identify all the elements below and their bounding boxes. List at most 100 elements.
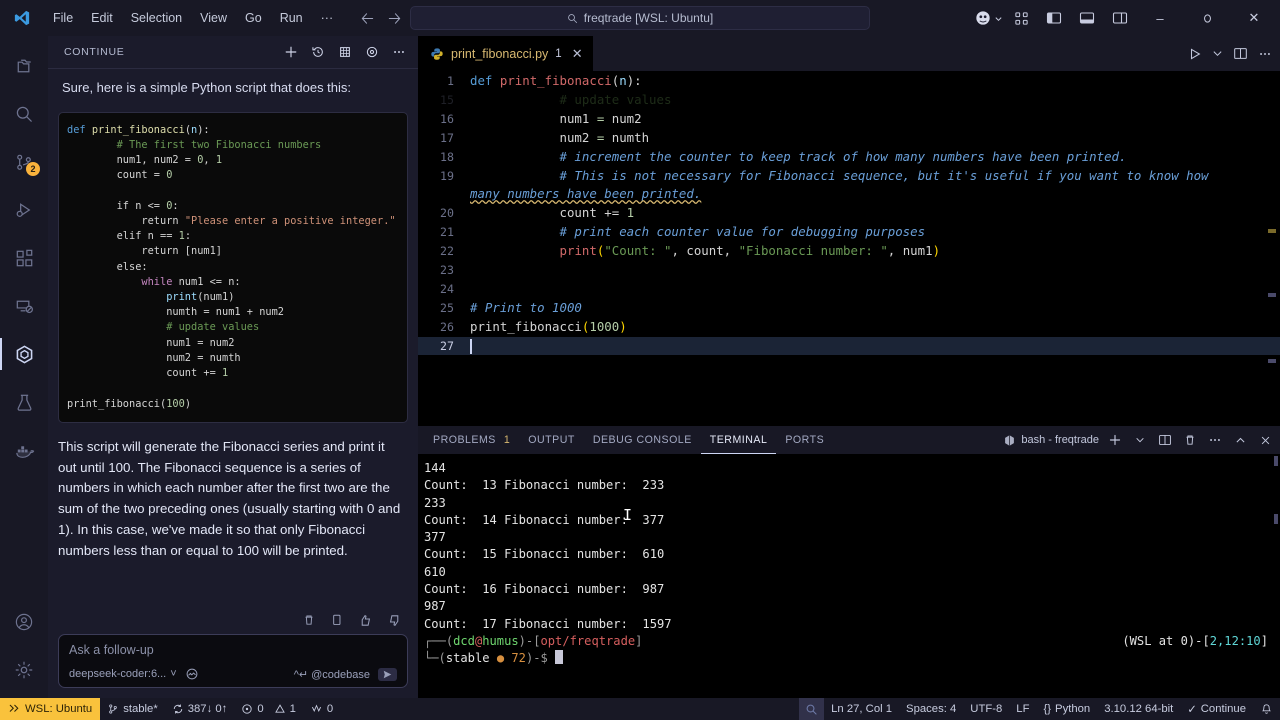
code-block[interactable]: def print_fibonacci(n): # The first two … [58, 111, 408, 423]
image-attach-icon[interactable] [185, 667, 199, 681]
code-line-16[interactable]: 16 num1 = num2 [418, 110, 1280, 129]
code-line-26[interactable]: 26 print_fibonacci(1000) [418, 318, 1280, 337]
toggle-secondary-sidebar-icon[interactable] [1105, 5, 1135, 31]
sidebar-item-explorer[interactable] [0, 42, 48, 90]
code-line-24[interactable]: 24 [418, 280, 1280, 299]
split-terminal-icon[interactable] [1156, 431, 1174, 449]
terminal-output[interactable]: 144 Count: 13 Fibonacci number: 233 233 Cou… [418, 454, 1280, 698]
more-actions-icon[interactable] [1258, 47, 1272, 61]
terminal-scrollbar[interactable] [1274, 514, 1278, 524]
status-sync[interactable]: 387↓ 0↑ [165, 698, 235, 720]
status-ports-count: 0 [326, 703, 334, 715]
split-editor-icon[interactable] [1233, 46, 1248, 61]
status-language-mode[interactable]: {} Python [1036, 698, 1097, 720]
chat-input-placeholder[interactable]: Ask a follow-up [69, 643, 397, 667]
thumbs-down-icon[interactable] [387, 613, 402, 628]
tab-dirty-count: 1 [555, 48, 562, 60]
sticky-scroll-line[interactable]: 1 def print_fibonacci(n): [418, 71, 1280, 91]
more-actions-icon[interactable] [1206, 431, 1224, 449]
menu-more[interactable]: ··· [312, 7, 343, 29]
tab-terminal[interactable]: Terminal [701, 426, 777, 454]
sidebar-item-continue[interactable] [0, 330, 48, 378]
sidebar-item-extensions[interactable] [0, 234, 48, 282]
model-selector[interactable]: deepseek-coder:6... ˅ [69, 668, 177, 680]
sidebar-item-search[interactable] [0, 90, 48, 138]
tab-output[interactable]: Output [519, 426, 584, 454]
terminal-shell-selector[interactable]: bash - freqtrade [1003, 434, 1099, 447]
chat-scroll-area[interactable]: Sure, here is a simple Python script tha… [48, 69, 418, 605]
close-icon[interactable]: ✕ [572, 46, 583, 62]
gear-icon[interactable] [0, 646, 48, 694]
selection-icon[interactable] [336, 43, 354, 61]
status-remote-indicator[interactable]: WSL: Ubuntu [0, 698, 101, 720]
kill-terminal-icon[interactable] [1181, 431, 1199, 449]
code-line-23[interactable]: 23 [418, 261, 1280, 280]
code-line-18[interactable]: 18 # increment the counter to keep track… [418, 148, 1280, 167]
code-line-20[interactable]: 20 count += 1 [418, 204, 1280, 223]
terminal-scrollbar[interactable] [1274, 456, 1278, 466]
history-icon[interactable] [309, 43, 327, 61]
menu-file[interactable]: File [44, 7, 82, 29]
more-actions-icon[interactable] [390, 43, 408, 61]
copy-icon[interactable] [330, 613, 344, 628]
status-encoding[interactable]: UTF-8 [963, 698, 1009, 720]
maximize-panel-icon[interactable] [1231, 431, 1249, 449]
target-icon[interactable] [363, 43, 381, 61]
toggle-primary-sidebar-icon[interactable] [1039, 5, 1069, 31]
close-panel-icon[interactable] [1256, 431, 1274, 449]
window-close-button[interactable]: ✕ [1232, 1, 1276, 35]
sidebar-item-testing[interactable] [0, 378, 48, 426]
code-line-17[interactable]: 17 num2 = numth [418, 129, 1280, 148]
navigate-back-icon[interactable] [360, 11, 375, 26]
status-search-icon[interactable] [799, 698, 825, 720]
chevron-down-icon[interactable] [1212, 48, 1223, 59]
command-center-search[interactable]: freqtrade [WSL: Ubuntu] [410, 6, 870, 30]
status-continue[interactable]: ✓ Continue [1180, 698, 1253, 720]
accounts-menu[interactable] [973, 5, 1003, 31]
account-icon[interactable] [0, 598, 48, 646]
navigate-forward-icon[interactable] [387, 11, 402, 26]
tab-ports[interactable]: Ports [776, 426, 833, 454]
sidebar-item-run-and-debug[interactable] [0, 186, 48, 234]
menu-edit[interactable]: Edit [82, 7, 122, 29]
menu-go[interactable]: Go [236, 7, 271, 29]
status-indentation[interactable]: Spaces: 4 [899, 698, 963, 720]
sidebar-item-remote-explorer[interactable] [0, 282, 48, 330]
code-editor[interactable]: 1 def print_fibonacci(n): 15 # update va… [418, 71, 1280, 426]
send-icon[interactable] [378, 667, 397, 681]
tab-debug-console[interactable]: Debug Console [584, 426, 701, 454]
ports-icon [310, 703, 323, 715]
customize-layout-icon[interactable] [1006, 5, 1036, 31]
tab-problems[interactable]: Problems 1 [424, 426, 519, 454]
status-notifications[interactable] [1253, 698, 1280, 720]
delete-icon[interactable] [302, 613, 316, 628]
code-line-27[interactable]: 27 [418, 336, 1280, 356]
sidebar-item-docker[interactable] [0, 426, 48, 474]
new-terminal-icon[interactable] [1106, 431, 1124, 449]
menu-bar[interactable]: File Edit Selection View Go Run ··· [44, 7, 342, 29]
code-line-22[interactable]: 22 print("Count: ", count, "Fibonacci nu… [418, 242, 1280, 261]
window-restore-button[interactable] [1185, 1, 1229, 35]
chevron-down-icon[interactable] [1131, 431, 1149, 449]
code-line-15[interactable]: 15 # update values [418, 91, 1280, 110]
status-problems[interactable]: 0 1 [234, 698, 303, 720]
run-python-file-icon[interactable] [1188, 47, 1202, 61]
menu-run[interactable]: Run [271, 7, 312, 29]
tab-print-fibonacci-py[interactable]: print_fibonacci.py 1 ✕ [418, 36, 593, 71]
menu-view[interactable]: View [191, 7, 236, 29]
chat-input-box[interactable]: Ask a follow-up deepseek-coder:6... ˅ ^↵… [58, 634, 408, 688]
code-line-21[interactable]: 21 # print each counter value for debugg… [418, 223, 1280, 242]
menu-selection[interactable]: Selection [122, 7, 191, 29]
sidebar-item-source-control[interactable]: 2 [0, 138, 48, 186]
status-cursor-position[interactable]: Ln 27, Col 1 [824, 698, 899, 720]
status-eol[interactable]: LF [1009, 698, 1036, 720]
window-minimize-button[interactable]: – [1138, 1, 1182, 35]
thumbs-up-icon[interactable] [358, 613, 373, 628]
code-line-25[interactable]: 25 # Print to 1000 [418, 299, 1280, 318]
new-session-icon[interactable] [282, 43, 300, 61]
code-line-19[interactable]: 19 # This is not necessary for Fibonacci… [418, 167, 1280, 205]
status-branch[interactable]: stable* [100, 698, 165, 720]
status-ports[interactable]: 0 [303, 698, 340, 720]
status-python-interpreter[interactable]: 3.10.12 64-bit [1097, 698, 1180, 720]
toggle-panel-icon[interactable] [1072, 5, 1102, 31]
